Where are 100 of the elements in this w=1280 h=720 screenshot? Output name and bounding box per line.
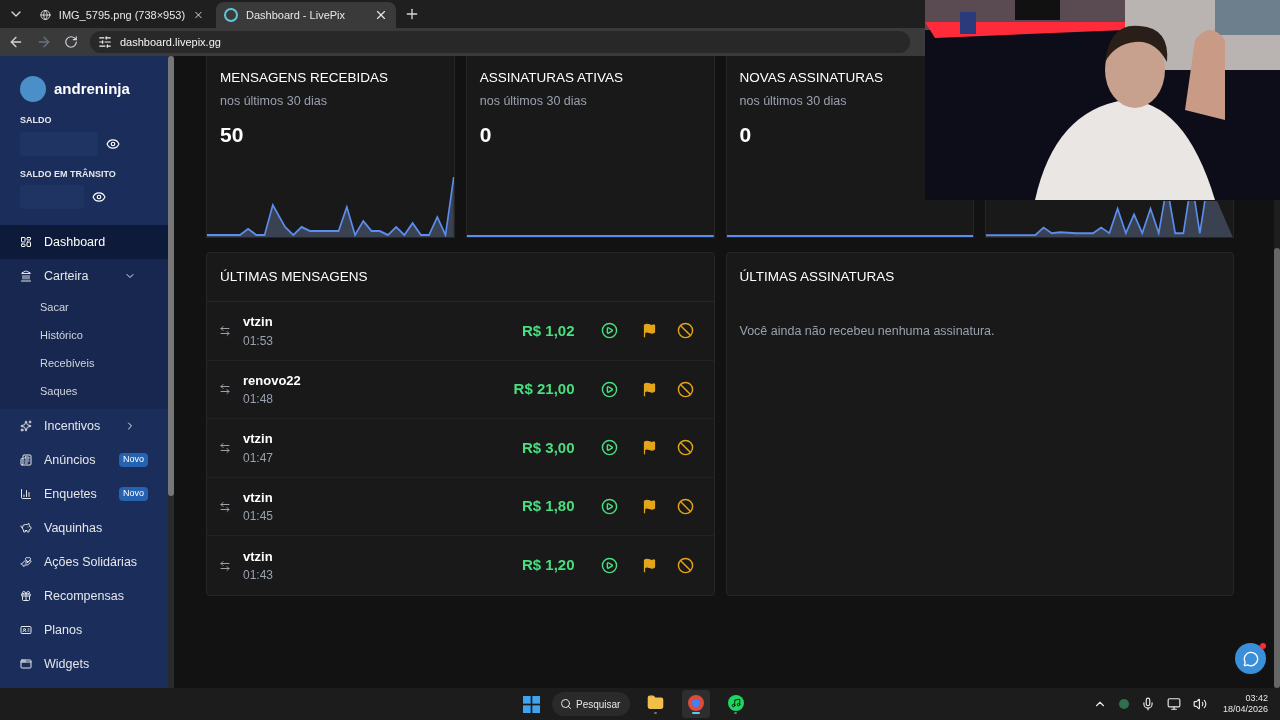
play-icon[interactable] — [600, 322, 618, 340]
panel-title: ÚLTIMAS MENSAGENS — [207, 253, 714, 302]
tab-title: IMG_5795.png (738×953) — [58, 7, 186, 23]
nav-item[interactable]: Carteira — [0, 259, 168, 293]
new-badge: Novo — [119, 487, 148, 501]
submenu-item[interactable]: Sacar — [0, 293, 168, 321]
message-time: 01:53 — [243, 332, 275, 350]
windows-icon[interactable] — [522, 695, 540, 713]
play-icon[interactable] — [600, 380, 618, 398]
message-time: 01:47 — [243, 449, 275, 467]
card-title: NOVAS ASSINATURAS — [739, 69, 885, 87]
message-row[interactable]: vtzin 01:53 R$ 1,02 — [207, 302, 714, 361]
sender-name: vtzin — [243, 488, 274, 507]
hand-heart-icon — [20, 556, 32, 568]
flag-icon[interactable] — [641, 558, 657, 574]
flag-icon[interactable] — [641, 323, 657, 339]
eye-icon[interactable] — [106, 136, 120, 151]
card-title: MENSAGENS RECEBIDAS — [220, 69, 390, 87]
panel-title: ÚLTIMAS ASSINATURAS — [738, 268, 896, 287]
amount: R$ 1,80 — [521, 496, 575, 517]
flag-icon[interactable] — [641, 440, 657, 456]
site-settings-icon[interactable] — [98, 35, 112, 49]
site-icon — [224, 8, 238, 22]
chat-icon — [1242, 650, 1259, 667]
id-card-icon — [20, 624, 32, 636]
card-subtitle: nos últimos 30 dias — [739, 93, 848, 111]
sender-name: vtzin — [243, 547, 274, 566]
eye-icon[interactable] — [92, 190, 106, 204]
card-title: ASSINATURAS ATIVAS — [479, 69, 625, 87]
message-row[interactable]: renovo22 01:48 R$ 21,00 — [207, 360, 714, 420]
folder-icon — [647, 694, 665, 711]
sender-name: vtzin — [243, 430, 274, 449]
close-icon[interactable] — [374, 8, 388, 22]
message-time: 01:48 — [243, 391, 275, 409]
back-icon[interactable] — [8, 34, 24, 50]
taskbar-search[interactable]: Pesquisar — [551, 692, 630, 716]
sender-name: renovo22 — [243, 371, 302, 390]
ban-icon[interactable] — [676, 557, 694, 575]
newspaper-icon — [20, 454, 32, 466]
new-tab-icon[interactable] — [404, 6, 420, 22]
browser-tab[interactable]: Dashboard - LivePix — [216, 2, 396, 28]
stat-value: 0 — [739, 122, 753, 148]
nav-item[interactable]: Planos — [0, 613, 168, 647]
bar-chart-icon — [20, 488, 32, 500]
browser-tab[interactable]: IMG_5795.png (738×953) — [32, 2, 212, 28]
url-text: dashboard.livepix.gg — [120, 34, 221, 50]
play-icon[interactable] — [600, 498, 618, 516]
nav-item[interactable]: Ações Solidárias — [0, 545, 168, 579]
transfer-icon — [219, 383, 231, 396]
play-icon[interactable] — [600, 439, 618, 457]
username: andreninja — [54, 78, 130, 99]
message-row[interactable]: vtzin 01:47 R$ 3,00 — [207, 419, 714, 478]
nav-item[interactable]: Vaquinhas — [0, 511, 168, 545]
music-app-icon — [727, 694, 744, 711]
clock-time[interactable]: 03:42 — [1245, 692, 1268, 704]
nav-item[interactable]: Dashboard — [0, 225, 168, 259]
gift-icon — [20, 590, 32, 602]
nav-item[interactable]: Enquetes Novo — [0, 477, 168, 511]
ban-icon[interactable] — [676, 498, 694, 516]
ban-icon[interactable] — [676, 439, 694, 457]
balance-label: SALDO EM TRÂNSITO — [20, 167, 117, 181]
clock-date[interactable]: 18/04/2026 — [1222, 704, 1268, 716]
sparkles-icon — [20, 420, 32, 432]
message-row[interactable]: vtzin 01:43 R$ 1,20 — [207, 536, 714, 595]
submenu-item[interactable]: Recebíveis — [0, 349, 168, 377]
submenu-item[interactable]: Saques — [0, 377, 168, 405]
transfer-icon — [219, 559, 231, 572]
nav-item[interactable]: Recompensas — [0, 579, 168, 613]
card-subtitle: nos últimos 30 dias — [220, 93, 328, 111]
volume-icon[interactable] — [1192, 697, 1207, 711]
message-time: 01:45 — [243, 508, 275, 526]
stat-value: 0 — [479, 122, 493, 148]
new-badge: Novo — [119, 453, 148, 467]
search-icon — [559, 698, 572, 710]
address-bar[interactable]: dashboard.livepix.gg — [90, 31, 910, 53]
play-icon[interactable] — [600, 557, 618, 575]
nav-item[interactable]: Widgets — [0, 647, 168, 681]
stat-value: 50 — [220, 122, 245, 148]
piggy-bank-icon — [20, 522, 32, 534]
amount: R$ 1,02 — [521, 320, 575, 341]
transfer-icon — [219, 500, 231, 513]
balance-label: SALDO — [20, 114, 53, 127]
search-label: Pesquisar — [575, 697, 621, 712]
card-subtitle: nos últimos 30 dias — [479, 93, 588, 111]
message-row[interactable]: vtzin 01:45 R$ 1,80 — [207, 477, 714, 537]
browser-icon — [687, 694, 704, 711]
message-time: 01:43 — [243, 567, 275, 585]
flag-icon[interactable] — [641, 499, 657, 515]
nav-item[interactable]: Incentivos — [0, 409, 168, 443]
microphone-icon[interactable] — [1140, 697, 1155, 711]
ban-icon[interactable] — [676, 322, 694, 340]
transfer-icon — [219, 324, 231, 337]
submenu-item[interactable]: Histórico — [0, 321, 168, 349]
ban-icon[interactable] — [676, 380, 694, 398]
transfer-icon — [219, 442, 231, 454]
nav-item[interactable]: Anúncios Novo — [0, 443, 168, 477]
reload-icon[interactable] — [64, 35, 78, 49]
chat-button[interactable] — [1235, 643, 1266, 674]
flag-icon[interactable] — [641, 381, 657, 397]
taskbar-app[interactable] — [681, 690, 710, 718]
